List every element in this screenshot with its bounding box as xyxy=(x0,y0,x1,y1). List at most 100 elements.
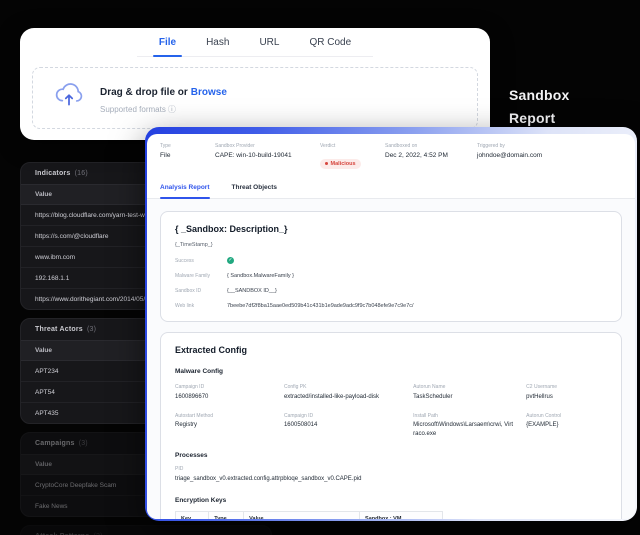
meta-value: johndoe@domain.com xyxy=(477,152,635,159)
report-body: { _Sandbox: Description_} {_TimeStamp_} … xyxy=(147,199,635,519)
malware-config-title: Malware Config xyxy=(175,368,607,375)
meta-label: Triggered by xyxy=(477,143,635,149)
description-field-row: Sandbox ID {__SANDBOX ID__} xyxy=(175,288,607,294)
status-label: Success xyxy=(175,258,227,264)
meta-value: File xyxy=(160,152,215,159)
section-title-text: Threat Actors xyxy=(35,326,83,333)
description-timestamp: {_TimeStamp_} xyxy=(175,242,607,248)
config-value: TaskScheduler xyxy=(413,393,514,402)
attack-patterns-section: Attack Patterns (2) xyxy=(20,525,272,535)
config-field: Autorun Control {EXAMPLE} xyxy=(526,413,607,440)
config-field: Campaign ID 1600896670 xyxy=(175,384,272,402)
report-meta-row: Type File Sandbox Provider CAPE: win-10-… xyxy=(147,134,635,177)
field-label: Sandbox ID xyxy=(175,288,227,294)
meta-label: Sandboxed on xyxy=(385,143,477,149)
config-value: Registry xyxy=(175,421,272,430)
supported-formats-label: Supported formats xyxy=(100,105,166,114)
tab-threat-objects[interactable]: Threat Objects xyxy=(232,177,278,198)
tab-qr-code[interactable]: QR Code xyxy=(309,37,351,56)
config-value: 1600508014 xyxy=(284,421,401,430)
meta-type: Type File xyxy=(160,143,215,170)
description-field-row: Malware Family { Sandbox.MalwareFamily } xyxy=(175,273,607,279)
sandbox-report-panel: Type File Sandbox Provider CAPE: win-10-… xyxy=(145,127,637,521)
meta-sandboxed-on: Sandboxed on Dec 2, 2022, 4:52 PM xyxy=(385,143,477,170)
config-label: Autorun Name xyxy=(413,384,514,390)
column-header-type: Type xyxy=(209,511,244,519)
config-value: {EXAMPLE} xyxy=(526,421,607,430)
field-value: {__SANDBOX ID__} xyxy=(227,288,277,294)
dropzone-text: Drag & drop file orBrowse Supported form… xyxy=(100,82,227,115)
upload-tabs: File Hash URL QR Code xyxy=(137,28,373,57)
file-dropzone[interactable]: Drag & drop file orBrowse Supported form… xyxy=(32,67,478,129)
section-count: (16) xyxy=(75,170,88,177)
config-field: Autostart Method Registry xyxy=(175,413,272,440)
config-value: 1600896670 xyxy=(175,393,272,402)
config-field: C2 Username pvtHellrus xyxy=(526,384,607,402)
table-header-row: Key Type Value Sandbox : VM xyxy=(176,511,443,519)
section-count: (3) xyxy=(87,326,96,333)
pid-label: PID xyxy=(175,466,607,472)
app-canvas: Indicators (16) Value https://blog.cloud… xyxy=(0,0,640,535)
malware-config-grid: Campaign ID 1600896670 Config PK extract… xyxy=(175,384,607,439)
encryption-keys-title: Encryption Keys xyxy=(175,497,607,504)
tab-analysis-report[interactable]: Analysis Report xyxy=(160,177,210,198)
upload-panel: File Hash URL QR Code Drag & drop file o… xyxy=(20,28,490,140)
config-label: Config PK xyxy=(284,384,401,390)
supported-formats: Supported formatsⓘ xyxy=(100,104,227,115)
field-label: Malware Family xyxy=(175,273,227,279)
encryption-keys-table: Key Type Value Sandbox : VM aes_key aes.… xyxy=(175,511,443,520)
status-row: Success ✓ xyxy=(175,257,607,264)
config-field: Autorun Name TaskScheduler xyxy=(413,384,514,402)
config-label: C2 Username xyxy=(526,384,607,390)
verdict-text: Malicious xyxy=(331,161,356,167)
meta-value: CAPE: win-10-build-19041 xyxy=(215,152,320,159)
meta-verdict: Verdict Malicious xyxy=(320,143,385,170)
config-field: Campaign ID 1600508014 xyxy=(284,413,401,440)
tab-file[interactable]: File xyxy=(159,37,176,56)
browse-link[interactable]: Browse xyxy=(191,87,227,98)
success-check-icon: ✓ xyxy=(227,257,234,264)
meta-triggered-by: Triggered by johndoe@domain.com xyxy=(477,143,635,170)
sandbox-description-box: { _Sandbox: Description_} {_TimeStamp_} … xyxy=(160,211,622,322)
processes-title: Processes xyxy=(175,452,607,459)
config-label: Campaign ID xyxy=(175,384,272,390)
tab-hash[interactable]: Hash xyxy=(206,37,229,56)
config-label: Autostart Method xyxy=(175,413,272,419)
config-value: pvtHellrus xyxy=(526,393,607,402)
extracted-config-title: Extracted Config xyxy=(175,345,607,355)
config-value: extracted/installed-like-payload-disk xyxy=(284,393,401,402)
malicious-dot-icon xyxy=(325,162,328,165)
section-title-text: Indicators xyxy=(35,170,70,177)
column-header-key: Key xyxy=(176,511,209,519)
config-label: Campaign ID xyxy=(284,413,401,419)
field-label: Web link xyxy=(175,303,227,309)
info-icon[interactable]: ⓘ xyxy=(168,105,176,114)
config-label: Autorun Control xyxy=(526,413,607,419)
column-header-value: Value xyxy=(244,511,360,519)
meta-sandbox-provider: Sandbox Provider CAPE: win-10-build-1904… xyxy=(215,143,320,170)
pid-value: triage_sandbox_v0.extracted.config.attrp… xyxy=(175,475,607,484)
attack-patterns-section-title: Attack Patterns (2) xyxy=(21,526,271,535)
extracted-config-box: Extracted Config Malware Config Campaign… xyxy=(160,332,622,519)
config-field: Config PK extracted/installed-like-paylo… xyxy=(284,384,401,402)
report-tabs: Analysis Report Threat Objects xyxy=(147,177,635,199)
web-link-value[interactable]: 7beebe7df2f8ba15aae0ed509b41c431b1e9ade9… xyxy=(227,303,414,309)
sandbox-report-card: Type File Sandbox Provider CAPE: win-10-… xyxy=(147,134,635,519)
description-title: { _Sandbox: Description_} xyxy=(175,224,607,234)
section-title-text: Campaigns xyxy=(35,440,75,447)
column-header-sandbox-vm: Sandbox : VM xyxy=(360,511,443,519)
description-field-row: Web link 7beebe7df2f8ba15aae0ed509b41c43… xyxy=(175,303,607,309)
cloud-upload-icon xyxy=(53,80,85,117)
dropzone-title: Drag & drop file or xyxy=(100,87,188,98)
tab-url[interactable]: URL xyxy=(259,37,279,56)
config-label: Install Path xyxy=(413,413,514,419)
config-value: Microsoft\Windows\Larsaem\crwi, Virtraco… xyxy=(413,421,514,439)
meta-label: Verdict xyxy=(320,143,385,149)
field-value: { Sandbox.MalwareFamily } xyxy=(227,273,294,279)
meta-label: Type xyxy=(160,143,215,149)
meta-value: Dec 2, 2022, 4:52 PM xyxy=(385,152,477,159)
meta-label: Sandbox Provider xyxy=(215,143,320,149)
config-field: Install Path Microsoft\Windows\Larsaem\c… xyxy=(413,413,514,440)
verdict-badge: Malicious xyxy=(320,159,361,169)
section-count: (3) xyxy=(79,440,88,447)
